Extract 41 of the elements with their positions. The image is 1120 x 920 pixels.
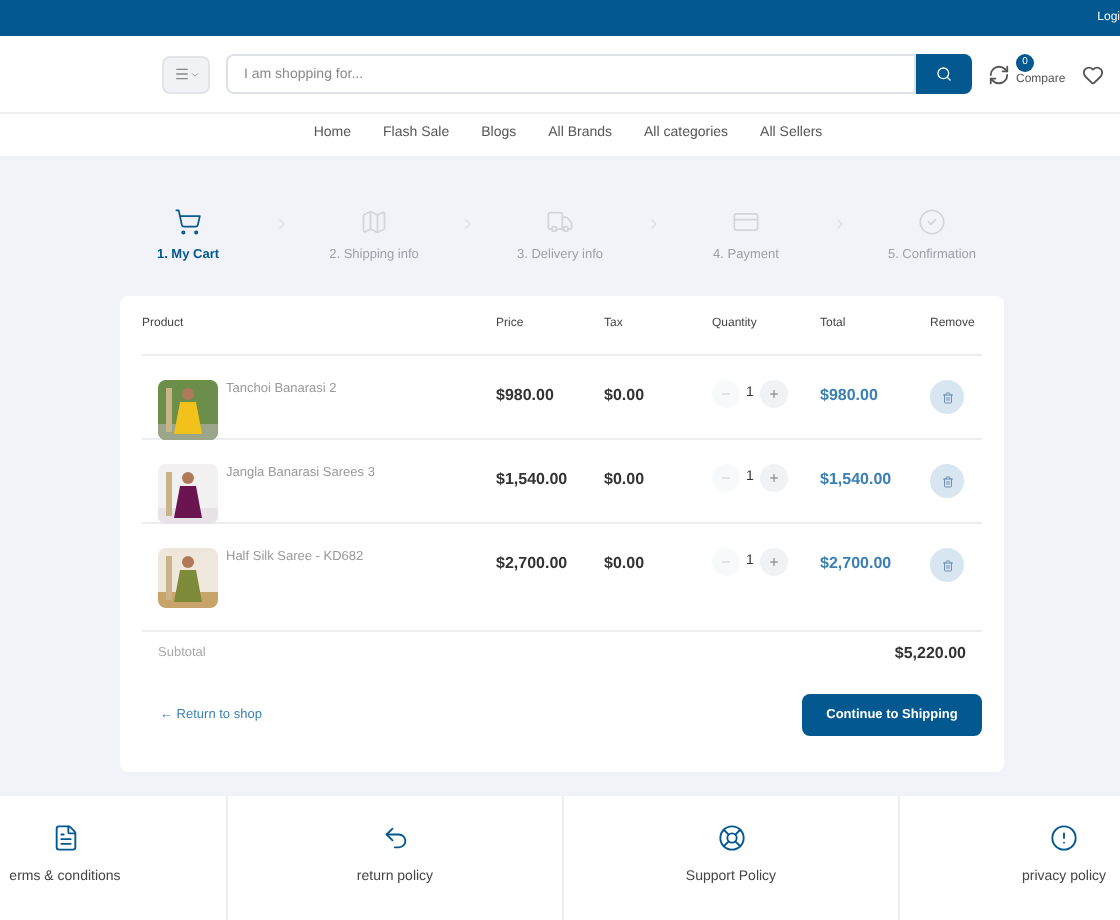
increase-button[interactable] bbox=[760, 464, 788, 492]
search-icon bbox=[936, 66, 952, 82]
lifebuoy-icon bbox=[717, 824, 745, 852]
tax-cell-text: $0.00 bbox=[604, 552, 647, 576]
price-cell-text: $980.00 bbox=[496, 384, 556, 408]
minus-icon bbox=[720, 388, 732, 400]
cart-icon bbox=[174, 208, 202, 236]
chevron-down-icon bbox=[189, 69, 199, 79]
tax-cell-text: $0.00 bbox=[604, 468, 647, 492]
plus-icon bbox=[768, 388, 780, 400]
price-cell-text: $2,700.00 bbox=[496, 552, 570, 576]
exclamation-circle-icon bbox=[1050, 824, 1078, 852]
subtotal-value: $5,220.00 bbox=[894, 641, 966, 665]
increase-button[interactable] bbox=[760, 380, 788, 408]
search-button[interactable] bbox=[916, 54, 972, 94]
increase-button[interactable] bbox=[760, 548, 788, 576]
remove-button[interactable] bbox=[930, 464, 964, 498]
compare-icon[interactable] bbox=[988, 63, 1010, 85]
truck-icon bbox=[546, 208, 574, 236]
tax-cell-text: $0.00 bbox=[604, 384, 647, 408]
remove-button[interactable] bbox=[930, 380, 964, 414]
plus-icon bbox=[768, 472, 780, 484]
trash-icon bbox=[941, 559, 953, 571]
total-cell-text: $2,700.00 bbox=[820, 552, 894, 576]
minus-icon bbox=[720, 472, 732, 484]
total-cell-text: $980.00 bbox=[820, 384, 880, 408]
menu-icon bbox=[173, 66, 189, 82]
wishlist-heart-icon[interactable] bbox=[1081, 63, 1104, 85]
remove-button[interactable] bbox=[930, 548, 964, 582]
total-cell-text: $1,540.00 bbox=[820, 468, 894, 492]
check-circle-icon bbox=[918, 208, 946, 236]
trash-icon bbox=[941, 391, 953, 403]
category-menu-button[interactable] bbox=[162, 55, 210, 93]
price-cell-text: $1,540.00 bbox=[496, 468, 570, 492]
plus-icon bbox=[768, 556, 780, 568]
card-icon bbox=[732, 208, 760, 236]
map-icon bbox=[360, 208, 388, 236]
document-icon bbox=[51, 824, 79, 852]
minus-icon bbox=[720, 556, 732, 568]
trash-icon bbox=[941, 475, 953, 487]
return-arrow-icon bbox=[381, 824, 409, 852]
